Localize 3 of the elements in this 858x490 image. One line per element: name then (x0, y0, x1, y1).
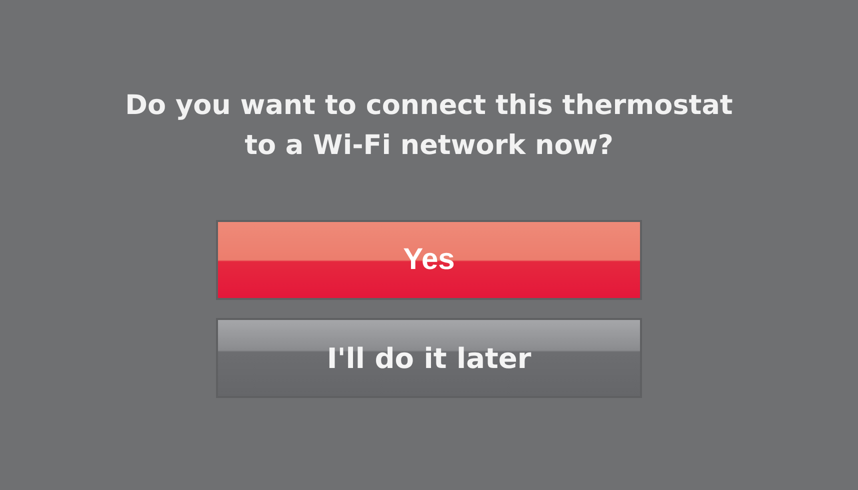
prompt-text: Do you want to connect this thermostat to a Wi-Fi network now? (125, 89, 733, 163)
choice-button[interactable]: Yes (216, 220, 642, 300)
choice-button[interactable]: I'll do it later (216, 318, 642, 398)
